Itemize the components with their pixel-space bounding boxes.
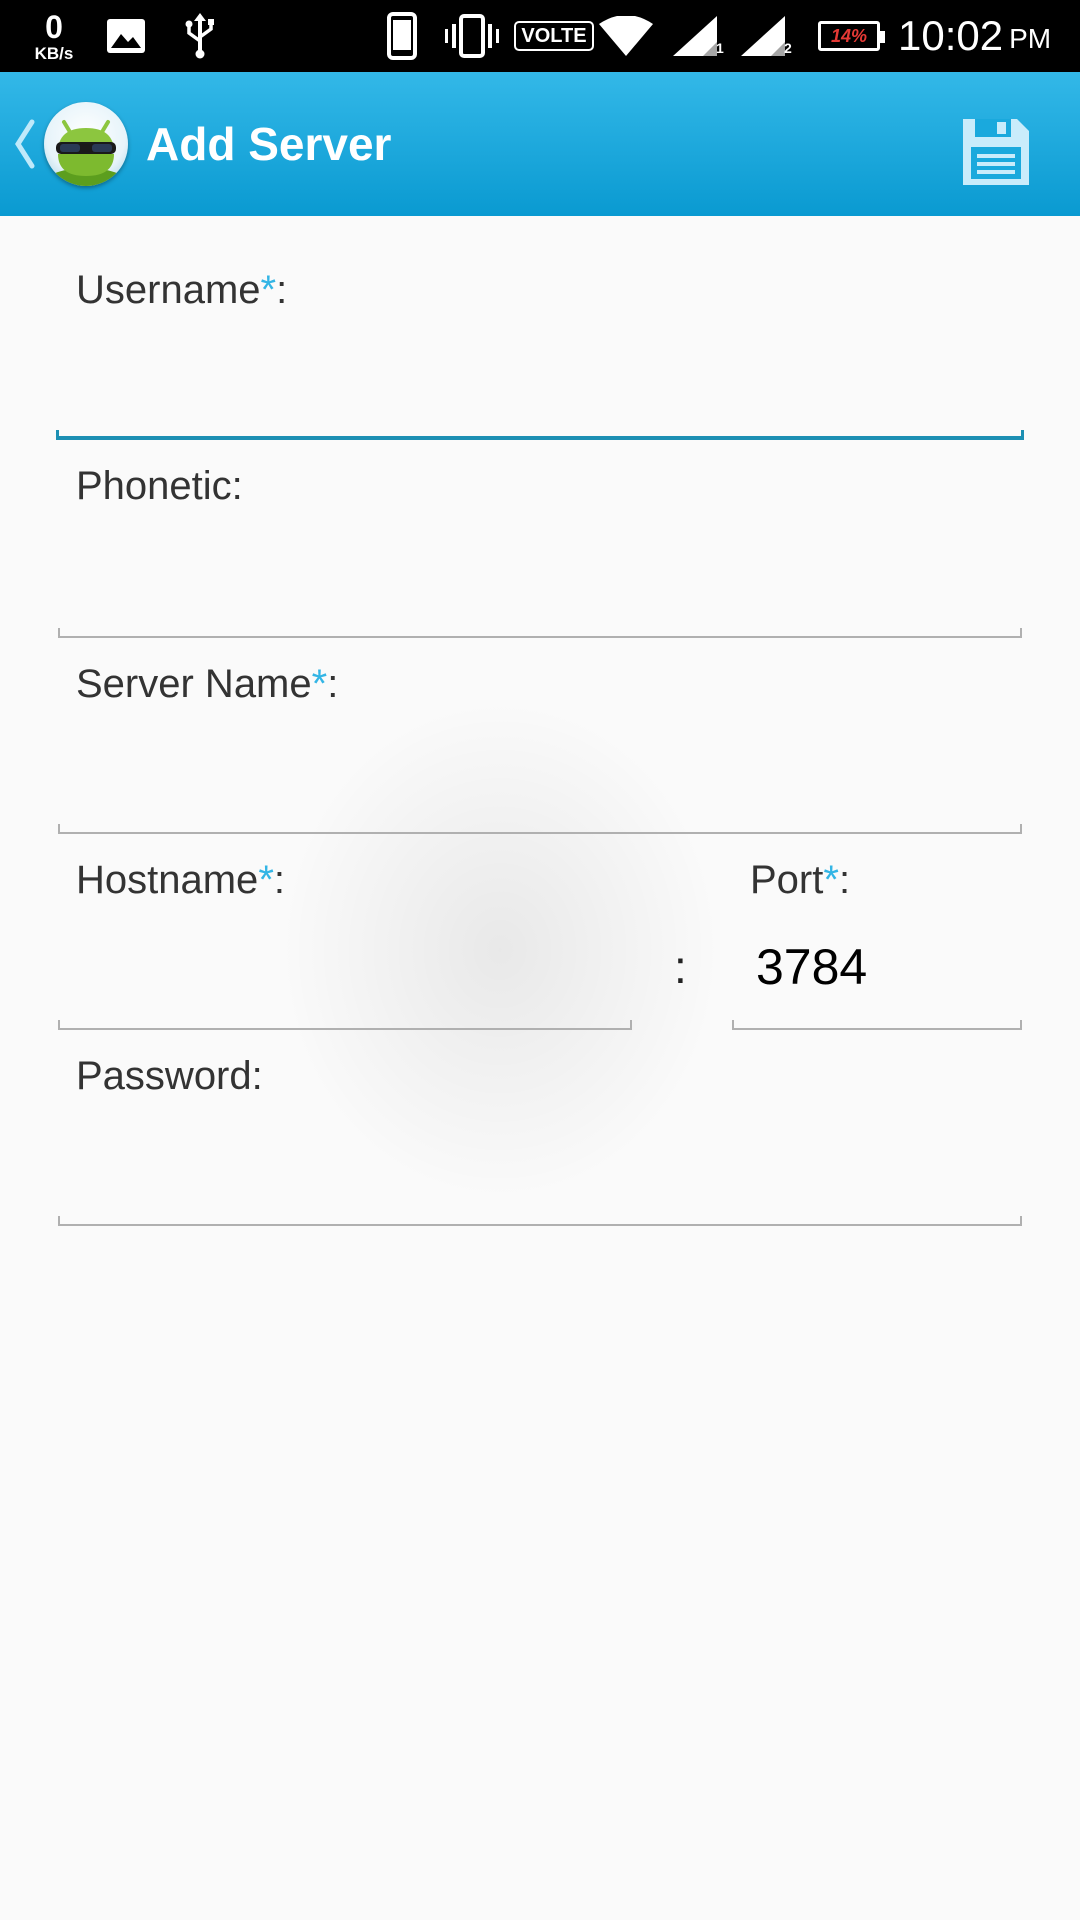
image-icon: [104, 0, 148, 72]
signal-icon: 1: [666, 0, 724, 72]
sim2-label: 2: [784, 40, 792, 56]
battery-icon: 14%: [812, 0, 886, 72]
label-colon: :: [276, 268, 288, 312]
status-bar: 0 KB/s VOLTE 1 2 14% 10:02 PM: [0, 0, 1080, 72]
label-colon: :: [327, 662, 339, 706]
save-icon: [963, 119, 1029, 185]
username-label-text: Username: [76, 268, 261, 312]
label-colon: :: [838, 858, 851, 902]
volte-label: VOLTE: [514, 21, 594, 51]
label-colon: :: [273, 858, 286, 902]
hostname-label-text: Hostname: [76, 858, 259, 902]
server-name-input[interactable]: [58, 746, 1020, 826]
network-speed-unit: KB/s: [34, 43, 74, 63]
page-title: Add Server: [146, 118, 392, 170]
port-input[interactable]: [748, 924, 1020, 1010]
usb-icon: [180, 0, 220, 72]
server-name-label-text: Server Name: [76, 662, 312, 706]
vibrate-icon: [444, 0, 500, 72]
clock-time: 10:02: [898, 12, 1004, 59]
clock: 10:02 PM: [898, 0, 1078, 72]
required-marker: *: [258, 858, 274, 902]
password-underline: [58, 1216, 1022, 1226]
phonetic-underline: [58, 628, 1022, 638]
hostname-input[interactable]: [58, 924, 630, 1010]
phone-icon: [386, 0, 418, 72]
back-chevron-icon[interactable]: [12, 114, 36, 174]
network-speed: 0 KB/s: [22, 0, 86, 72]
password-label: Password:: [76, 1054, 263, 1098]
phonetic-input[interactable]: [58, 548, 1020, 628]
password-input[interactable]: [58, 1138, 1020, 1218]
network-speed-value: 0: [45, 8, 63, 45]
username-input[interactable]: [58, 350, 1020, 430]
signal-icon: 2: [734, 0, 792, 72]
port-underline: [732, 1020, 1022, 1030]
phonetic-label: Phonetic:: [76, 464, 243, 508]
server-name-underline: [58, 824, 1022, 834]
save-button[interactable]: [948, 104, 1044, 200]
battery-level: 14%: [830, 25, 868, 46]
sim1-label: 1: [716, 40, 724, 56]
server-name-label: Server Name*:: [76, 660, 338, 708]
action-bar: Add Server: [0, 72, 1080, 216]
clock-ampm: PM: [1009, 23, 1052, 54]
port-label-text: Port: [750, 858, 824, 902]
username-underline: [56, 430, 1024, 440]
host-port-separator: :: [674, 941, 687, 993]
volte-icon: VOLTE: [514, 0, 594, 72]
required-marker: *: [823, 858, 839, 902]
username-label: Username*:: [76, 266, 287, 314]
hostname-label: Hostname*:: [76, 856, 285, 904]
wifi-icon: [598, 0, 654, 72]
app-logo-icon[interactable]: [44, 102, 128, 186]
required-marker: *: [311, 662, 328, 706]
hostname-underline: [58, 1020, 632, 1030]
port-label: Port*:: [750, 856, 850, 904]
required-marker: *: [260, 268, 277, 312]
